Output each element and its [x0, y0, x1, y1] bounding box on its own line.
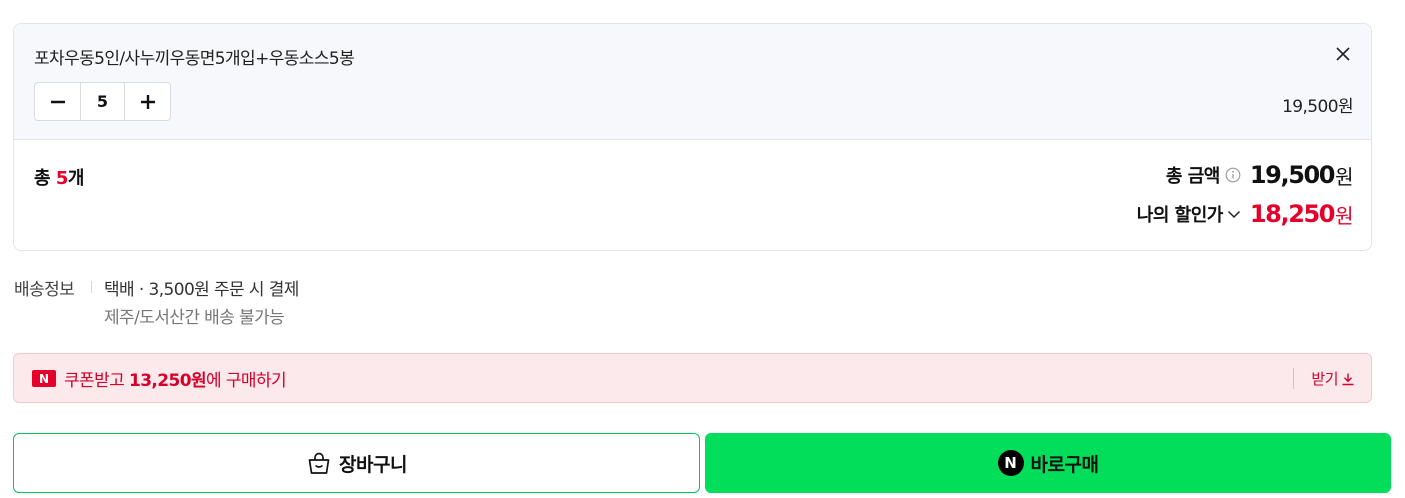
coupon-text: 쿠폰받고 13,250원에 구매하기 — [64, 366, 287, 391]
decrease-quantity-button[interactable] — [35, 83, 80, 120]
total-count-number: 5 — [55, 168, 69, 189]
coupon-price: 13,250원 — [128, 371, 207, 391]
remove-option-button[interactable] — [1331, 42, 1355, 66]
receive-coupon-label: 받기 — [1311, 370, 1338, 388]
shopping-bag-icon — [306, 450, 332, 476]
total-count-suffix: 개 — [67, 168, 85, 189]
discount-amount-value: 18,250 — [1249, 200, 1336, 228]
quantity-stepper: 5 — [34, 82, 171, 121]
delivery-info-title: 배송정보 — [14, 280, 75, 300]
delivery-restriction-text: 제주/도서산간 배송 불가능 — [104, 308, 285, 328]
option-price: 19,500원 — [1282, 97, 1354, 117]
close-icon — [1336, 47, 1350, 61]
chevron-down-icon[interactable] — [1227, 207, 1241, 221]
discount-amount-unit: 원 — [1335, 203, 1353, 228]
discount-row: 나의 할인가 18,250 원 — [1137, 199, 1354, 229]
selected-option-box: 포차우동5인/사누끼우동면5개입+우동소스5봉 5 19,500원 총 5개 총… — [13, 23, 1372, 251]
total-count-prefix: 총 — [34, 168, 56, 189]
naver-pay-icon: N — [997, 450, 1024, 476]
add-to-cart-label: 장바구니 — [339, 453, 407, 476]
total-amount-row: 총 금액 19,500 원 — [1165, 160, 1354, 190]
add-to-cart-button[interactable]: 장바구니 — [13, 433, 700, 493]
plus-icon — [140, 94, 155, 109]
quantity-value[interactable]: 5 — [80, 83, 125, 120]
minus-icon — [50, 100, 65, 103]
coupon-divider — [1293, 368, 1294, 389]
total-amount-unit: 원 — [1335, 164, 1353, 189]
total-count: 총 5개 — [34, 164, 84, 190]
download-icon — [1341, 372, 1355, 386]
coupon-text-suffix: 에 구매하기 — [206, 371, 287, 391]
delivery-divider — [91, 281, 92, 293]
coupon-text-prefix: 쿠폰받고 — [64, 371, 129, 391]
delivery-fee-text: 택배 · 3,500원 주문 시 결제 — [104, 280, 299, 300]
naver-n-icon: N — [32, 370, 56, 387]
info-icon[interactable] — [1225, 167, 1241, 183]
increase-quantity-button[interactable] — [125, 83, 170, 120]
option-item: 포차우동5인/사누끼우동면5개입+우동소스5봉 5 19,500원 — [14, 24, 1371, 140]
my-discount-label[interactable]: 나의 할인가 — [1137, 201, 1224, 227]
total-amount-value: 19,500 — [1249, 161, 1336, 189]
buy-now-label: 바로구매 — [1030, 453, 1099, 476]
receive-coupon-button[interactable]: 받기 — [1311, 368, 1355, 389]
total-amount-label: 총 금액 — [1165, 166, 1220, 187]
coupon-banner[interactable]: N 쿠폰받고 13,250원에 구매하기 받기 — [13, 353, 1372, 403]
option-name: 포차우동5인/사누끼우동면5개입+우동소스5봉 — [34, 49, 355, 69]
buy-now-button[interactable]: N 바로구매 — [705, 433, 1391, 493]
